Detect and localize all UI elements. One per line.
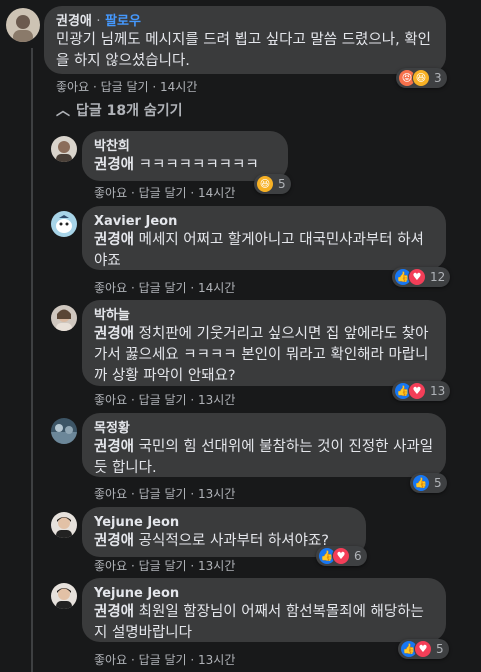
- reply-text: 최원일 함장님이 어째서 함선복몰죄에 해당하는 지 설명바랍니다: [94, 604, 424, 641]
- reaction-count: 13: [430, 384, 446, 398]
- reaction-summary[interactable]: 👍 ♥ 5: [398, 639, 449, 659]
- thread-line: [31, 48, 33, 672]
- reaction-summary[interactable]: 😡 😆 3: [396, 68, 447, 88]
- reaction-summary[interactable]: 👍 ♥ 12: [392, 267, 451, 287]
- reaction-count: 5: [278, 177, 286, 191]
- reply-author[interactable]: Yejune Jeon: [94, 585, 434, 602]
- timestamp[interactable]: 13시간: [198, 393, 235, 407]
- love-icon: ♥: [332, 547, 350, 565]
- reply-actions: 좋아요 · 답글 달기 · 13시간: [94, 559, 236, 573]
- reaction-count: 5: [434, 476, 442, 490]
- separator-dot: ·: [96, 14, 101, 29]
- reply-text: ㅋㅋㅋㅋㅋㅋㅋㅋㅋ: [138, 157, 259, 173]
- like-button[interactable]: 좋아요: [94, 487, 127, 501]
- reply-button[interactable]: 답글 달기: [139, 487, 187, 501]
- avatar[interactable]: [51, 418, 77, 444]
- timestamp[interactable]: 13시간: [198, 559, 235, 573]
- reply-actions: 좋아요 · 답글 달기 · 14시간: [94, 281, 236, 295]
- like-icon: 👍: [412, 474, 430, 492]
- reaction-summary[interactable]: 👍 ♥ 13: [392, 381, 451, 401]
- timestamp[interactable]: 13시간: [198, 487, 235, 501]
- love-icon: ♥: [408, 268, 426, 286]
- avatar[interactable]: [51, 211, 77, 237]
- timestamp[interactable]: 14시간: [198, 186, 235, 200]
- reply-actions: 좋아요 · 답글 달기 · 13시간: [94, 653, 236, 667]
- haha-icon: 😆: [412, 69, 430, 87]
- reaction-count: 5: [436, 642, 444, 656]
- reply-text: 공식적으로 사과부터 하셔야죠?: [138, 533, 329, 549]
- reply-bubble: 박찬희 권경애 ㅋㅋㅋㅋㅋㅋㅋㅋㅋ: [82, 131, 288, 181]
- like-button[interactable]: 좋아요: [94, 393, 127, 407]
- like-button[interactable]: 좋아요: [56, 80, 89, 94]
- hide-replies-button[interactable]: ︿ 답글 18개 숨기기: [56, 100, 183, 120]
- mention-link[interactable]: 권경애: [94, 232, 134, 248]
- mention-link[interactable]: 권경애: [94, 604, 134, 620]
- reply-bubble: 목정황 권경애 국민의 힘 선대위에 불참하는 것이 진정한 사과일 듯 합니다…: [82, 413, 446, 477]
- avatar[interactable]: [51, 512, 77, 538]
- like-button[interactable]: 좋아요: [94, 653, 127, 667]
- reply-author[interactable]: Yejune Jeon: [94, 514, 354, 531]
- reply-bubble: 박하늘 권경애 정치판에 기웃거리고 싶으시면 집 앞에라도 찾아가서 꿇으세요…: [82, 300, 446, 386]
- reaction-count: 3: [434, 71, 442, 85]
- avatar[interactable]: [6, 8, 40, 42]
- chevron-up-icon: ︿: [56, 103, 70, 119]
- like-button[interactable]: 좋아요: [94, 559, 127, 573]
- reply-button[interactable]: 답글 달기: [139, 186, 187, 200]
- comment-bubble: 권경애 · 팔로우 민광기 님께도 메시지를 드려 뵙고 싶다고 말씀 드렸으나…: [44, 6, 446, 74]
- mention-link[interactable]: 권경애: [94, 533, 134, 549]
- love-icon: ♥: [414, 640, 432, 658]
- reply-author[interactable]: Xavier Jeon: [94, 213, 434, 230]
- reply-bubble: Yejune Jeon 권경애 최원일 함장님이 어째서 함선복몰죄에 해당하는…: [82, 578, 446, 642]
- reply-text: 국민의 힘 선대위에 불참하는 것이 진정한 사과일 듯 합니다.: [94, 439, 434, 476]
- mention-link[interactable]: 권경애: [94, 439, 134, 455]
- avatar[interactable]: [51, 136, 77, 162]
- reaction-summary[interactable]: 👍 5: [410, 473, 447, 493]
- reply-button[interactable]: 답글 달기: [139, 559, 187, 573]
- reply-author[interactable]: 목정황: [94, 420, 434, 437]
- comment-author[interactable]: 권경애: [56, 14, 92, 29]
- reply-actions: 좋아요 · 답글 달기 · 13시간: [94, 393, 236, 407]
- reply-text: 메세지 어쩌고 할게아니고 대국민사과부터 하셔야죠: [94, 232, 424, 269]
- reply-button[interactable]: 답글 달기: [139, 281, 187, 295]
- like-button[interactable]: 좋아요: [94, 281, 127, 295]
- reply-author[interactable]: 박하늘: [94, 307, 434, 324]
- like-button[interactable]: 좋아요: [94, 186, 127, 200]
- comment-actions: 좋아요 · 답글 달기 · 14시간: [56, 80, 198, 94]
- reply-bubble: Xavier Jeon 권경애 메세지 어쩌고 할게아니고 대국민사과부터 하셔…: [82, 206, 446, 270]
- reaction-summary[interactable]: 👍 ♥ 6: [316, 546, 367, 566]
- avatar[interactable]: [51, 583, 77, 609]
- reply-actions: 좋아요 · 답글 달기 · 13시간: [94, 487, 236, 501]
- reaction-count: 12: [430, 270, 446, 284]
- timestamp[interactable]: 14시간: [160, 80, 197, 94]
- reply-actions: 좋아요 · 답글 달기 · 14시간: [94, 186, 236, 200]
- reply-button[interactable]: 답글 달기: [101, 80, 149, 94]
- timestamp[interactable]: 14시간: [198, 281, 235, 295]
- reply-button[interactable]: 답글 달기: [139, 393, 187, 407]
- mention-link[interactable]: 권경애: [94, 326, 134, 342]
- love-icon: ♥: [408, 382, 426, 400]
- reply-author[interactable]: 박찬희: [94, 138, 276, 155]
- avatar[interactable]: [51, 305, 77, 331]
- reaction-count: 6: [354, 549, 362, 563]
- reply-button[interactable]: 답글 달기: [139, 653, 187, 667]
- reply-text: 정치판에 기웃거리고 싶으시면 집 앞에라도 찾아가서 꿇으세요 ㅋㅋㅋㅋ 본인…: [94, 326, 429, 384]
- timestamp[interactable]: 13시간: [198, 653, 235, 667]
- comment-text: 민광기 님께도 메시지를 드려 뵙고 싶다고 말씀 드렸으나, 확인을 하지 않…: [56, 32, 431, 69]
- follow-button[interactable]: 팔로우: [105, 14, 141, 29]
- haha-icon: 😆: [256, 175, 274, 193]
- reaction-summary[interactable]: 😆 5: [254, 174, 291, 194]
- mention-link[interactable]: 권경애: [94, 157, 134, 173]
